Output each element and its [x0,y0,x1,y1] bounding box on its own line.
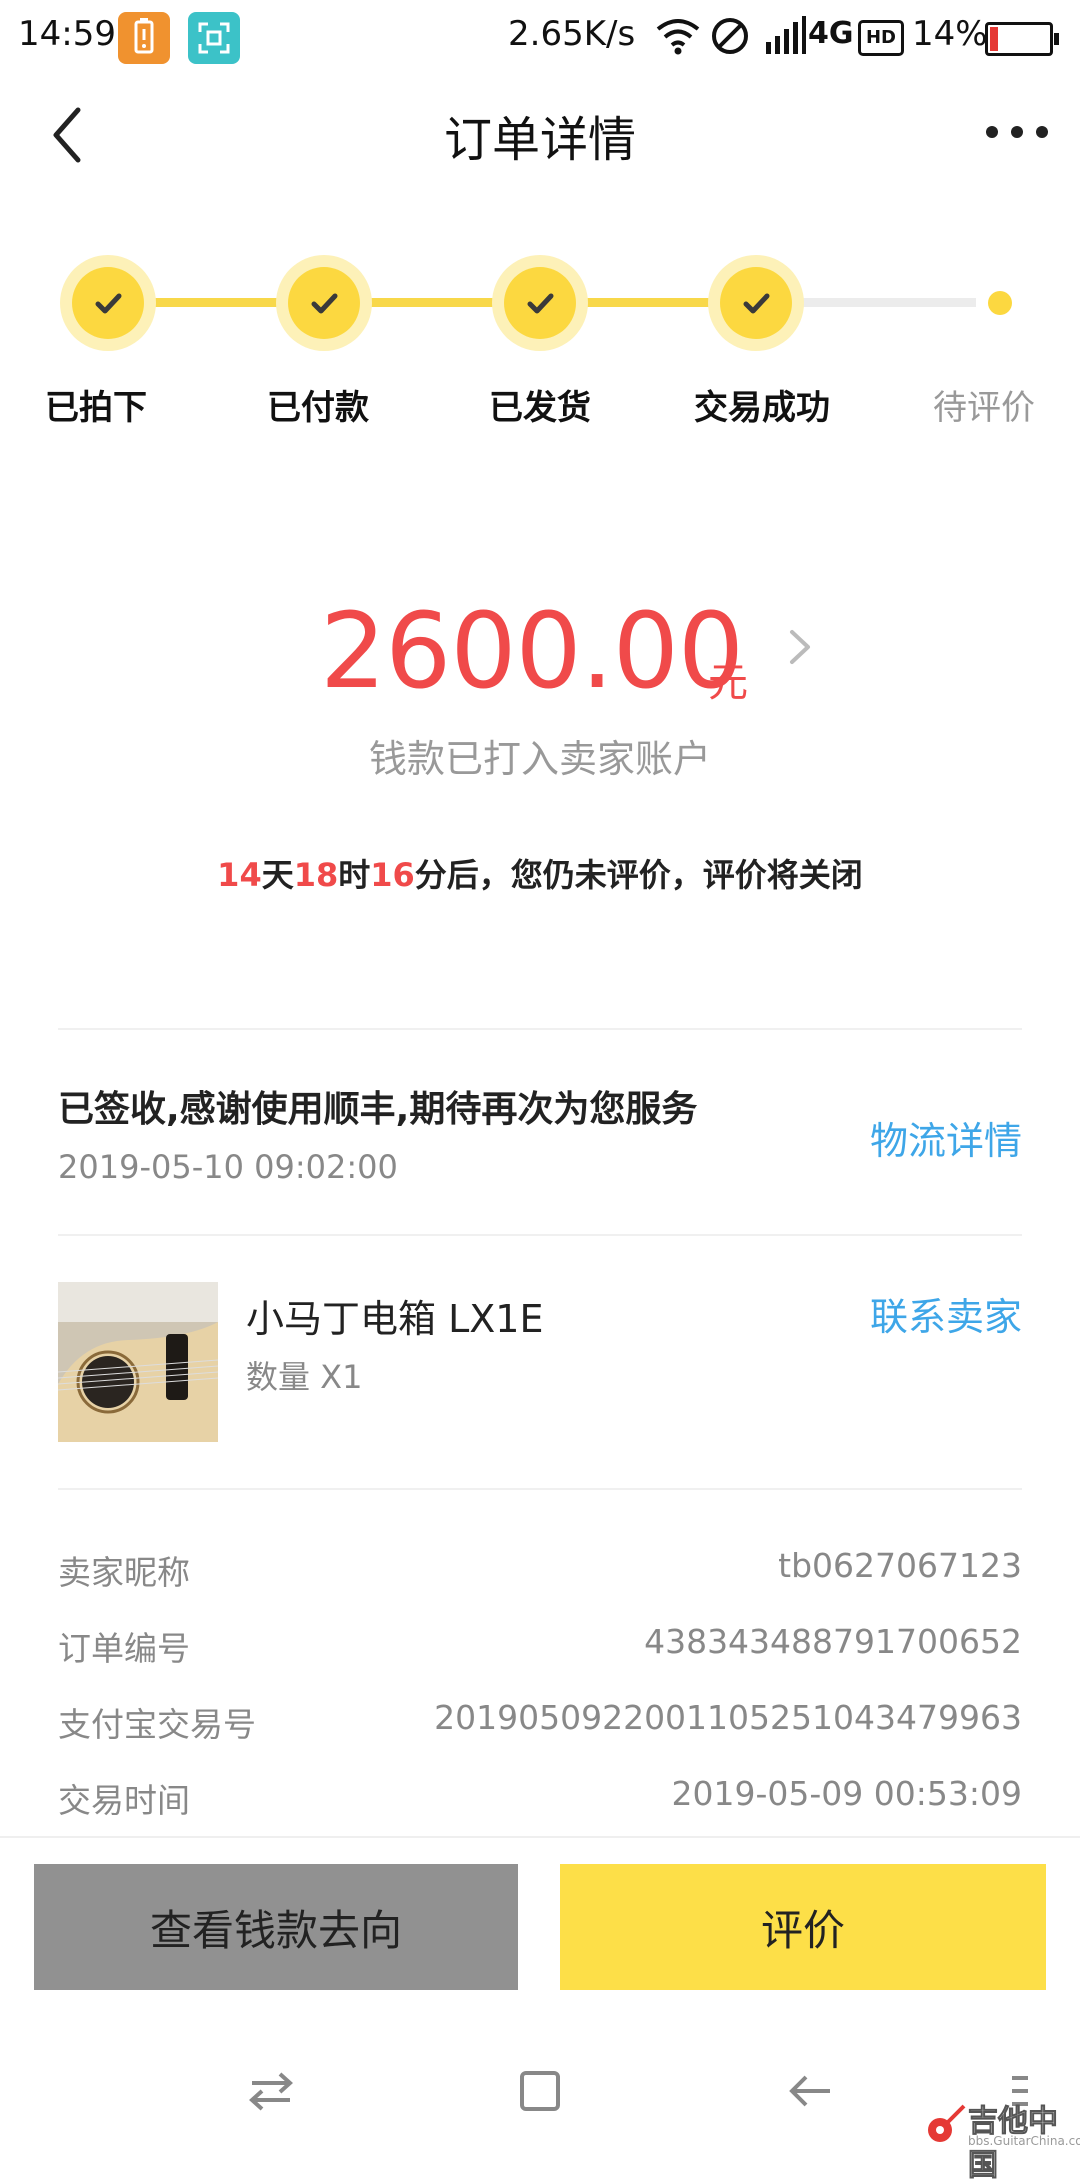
checkmark-icon [527,293,554,314]
countdown-hours-unit: 时 [338,856,371,894]
divider [58,1028,1022,1030]
step-success-marker [708,255,804,351]
step-label-shipped: 已发货 [489,388,591,428]
view-money-flow-label: 查看钱款去向 [149,1905,402,1955]
info-value-trade-time: 2019-05-09 00:53:09 [671,1774,1022,1813]
payment-status: 钱款已打入卖家账户 [368,737,711,781]
step-paid-marker [276,255,372,351]
product-thumbnail[interactable] [58,1282,218,1442]
divider [58,1234,1022,1236]
battery-icon [985,22,1059,56]
rate-button[interactable]: 评价 [560,1864,1046,1990]
wifi-icon [656,19,700,55]
review-countdown: 14天18时16分后，您仍未评价，评价将关闭 [140,850,940,896]
page-title: 订单详情 [443,112,636,168]
progress-track-complete [108,298,756,307]
network-type: 4G [808,16,854,51]
back-button[interactable] [40,100,100,170]
checkmark-icon [311,293,338,314]
step-label-ordered: 已拍下 [45,388,147,428]
back-arrow-icon[interactable] [786,2066,836,2116]
status-bar: 14:59 2.65K/s 4G HD 14% [0,0,1080,75]
guitar-logo-icon [928,2104,966,2142]
chevron-right-icon [790,630,810,664]
more-dots-icon [986,126,1048,138]
countdown-minutes: 16 [370,856,415,894]
rate-label: 评价 [760,1905,845,1955]
checkmark-icon [743,293,770,314]
info-label-trade-time: 交易时间 [58,1781,190,1820]
action-bar-divider [0,1836,1080,1838]
logistics-status: 已签收,感谢使用顺丰,期待再次为您服务 [58,1089,698,1130]
hd-voice-badge: HD [858,20,904,56]
guitar-image-icon [58,1282,218,1442]
battery-warning-notification-icon [118,12,170,64]
info-value-order-number: 438343488791700652 [644,1622,1022,1661]
step-label-paid: 已付款 [267,388,369,428]
product-name: 小马丁电箱 LX1E [246,1297,544,1341]
more-options-button[interactable] [982,112,1052,152]
watermark-subtext: bbs.GuitarChina.com [968,2134,1080,2148]
step-label-success: 交易成功 [694,388,830,428]
divider [58,1488,1022,1490]
info-label-seller-nick: 卖家昵称 [58,1553,190,1592]
info-value-alipay-trade-number: 2019050922001105251043479963 [434,1698,1022,1737]
info-value-seller-nick: tb0627067123 [778,1546,1022,1585]
step-shipped-marker [492,255,588,351]
battery-percent: 14% [912,14,988,54]
watermark-logo: 吉他中国 bbs.GuitarChina.com [920,2094,1080,2184]
payment-amount: 2600.00 [320,590,744,712]
countdown-days: 14 [217,856,262,894]
view-money-flow-button[interactable]: 查看钱款去向 [34,1864,518,1990]
signal-icon [766,16,806,54]
info-label-alipay-trade-number: 支付宝交易号 [58,1705,256,1744]
logistics-details-link[interactable]: 物流详情 [870,1110,1022,1165]
currency-unit: 元 [708,660,748,706]
countdown-hours: 18 [293,856,339,894]
contact-seller-link[interactable]: 联系卖家 [870,1286,1022,1341]
product-quantity: 数量 X1 [246,1358,363,1396]
chevron-left-icon [53,107,81,163]
screenshot-notification-icon [188,12,240,64]
recent-apps-switch-icon[interactable] [246,2066,296,2116]
checkmark-icon [95,293,122,314]
do-not-disturb-icon [712,18,748,54]
countdown-days-unit: 天 [261,856,294,894]
step-ordered-marker [60,255,156,351]
logistics-time: 2019-05-10 09:02:00 [58,1148,398,1186]
step-label-to-review: 待评价 [933,388,1035,428]
home-square-icon[interactable] [515,2066,565,2116]
network-speed: 2.65K/s [508,14,636,54]
info-label-order-number: 订单编号 [58,1629,190,1668]
countdown-message: 分后，您仍未评价，评价将关闭 [414,856,863,894]
step-to-review-marker [988,291,1012,315]
status-time: 14:59 [18,14,116,54]
